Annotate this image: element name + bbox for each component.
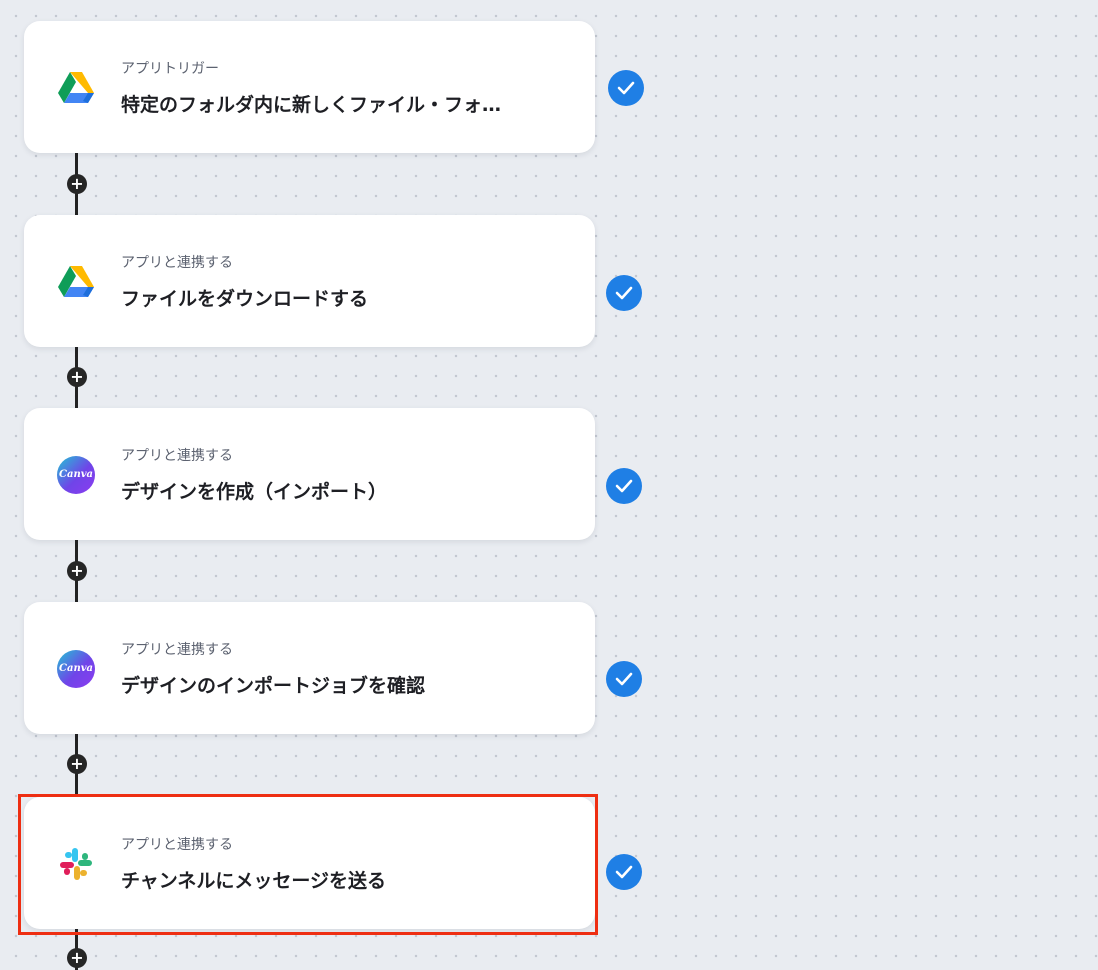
step-type-label: アプリと連携する bbox=[121, 448, 233, 464]
step-title: デザインのインポートジョブを確認 bbox=[121, 675, 426, 697]
flow-step-card[interactable]: アプリと連携する チャンネルにメッセージを送る bbox=[24, 797, 595, 929]
add-step-button[interactable]: + bbox=[67, 174, 87, 194]
check-icon bbox=[606, 854, 642, 890]
canva-icon: Canva bbox=[56, 649, 96, 689]
check-icon bbox=[606, 275, 642, 311]
flow-step-card[interactable]: Canva アプリと連携する デザインを作成（インポート） bbox=[24, 408, 595, 540]
slack-icon bbox=[56, 844, 96, 884]
check-icon bbox=[606, 468, 642, 504]
canva-logo-text: Canva bbox=[57, 650, 95, 688]
flow-step-card[interactable]: Canva アプリと連携する デザインのインポートジョブを確認 bbox=[24, 602, 595, 734]
google-drive-icon bbox=[56, 262, 96, 302]
step-type-label: アプリと連携する bbox=[121, 837, 233, 853]
step-type-label: アプリと連携する bbox=[121, 255, 233, 271]
add-step-button[interactable]: + bbox=[67, 561, 87, 581]
google-drive-icon bbox=[56, 68, 96, 108]
check-icon bbox=[606, 661, 642, 697]
step-title: 特定のフォルダ内に新しくファイル・フォ… bbox=[121, 94, 502, 116]
step-title: チャンネルにメッセージを送る bbox=[121, 870, 387, 892]
add-step-button[interactable]: + bbox=[67, 948, 87, 968]
step-type-label: アプリトリガー bbox=[121, 61, 219, 77]
step-title: デザインを作成（インポート） bbox=[121, 481, 388, 503]
step-type-label: アプリと連携する bbox=[121, 642, 233, 658]
add-step-button[interactable]: + bbox=[67, 754, 87, 774]
flow-step-card[interactable]: アプリトリガー 特定のフォルダ内に新しくファイル・フォ… bbox=[24, 21, 595, 153]
flow-step-card[interactable]: アプリと連携する ファイルをダウンロードする bbox=[24, 215, 595, 347]
add-step-button[interactable]: + bbox=[67, 367, 87, 387]
canva-icon: Canva bbox=[56, 455, 96, 495]
check-icon bbox=[608, 70, 644, 106]
step-title: ファイルをダウンロードする bbox=[121, 288, 369, 310]
canva-logo-text: Canva bbox=[57, 456, 95, 494]
